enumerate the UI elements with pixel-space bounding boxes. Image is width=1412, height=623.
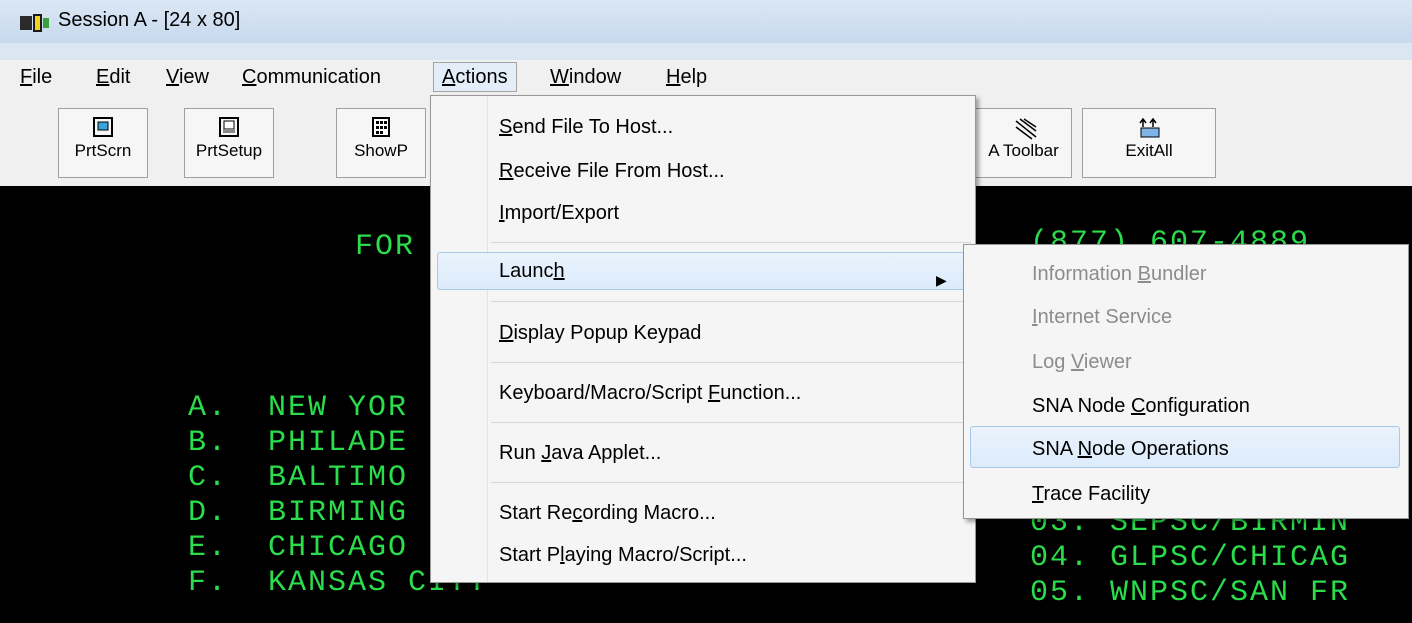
window-title: Session A - [24 x 80] — [58, 9, 241, 31]
menu-item-import-export[interactable]: Import/Export — [499, 202, 619, 225]
session-app-icon — [20, 13, 50, 33]
menu-help[interactable]: Help — [658, 60, 715, 94]
terminal-line: B. PHILADE — [188, 426, 409, 460]
showpad-button[interactable]: ShowP — [336, 108, 426, 178]
launch-submenu: Information Bundler Internet Service Log… — [963, 244, 1409, 519]
submenu-item-trace-facility[interactable]: Trace Facility — [1032, 483, 1150, 506]
menu-separator — [491, 242, 971, 243]
menu-communication[interactable]: Communication — [234, 60, 389, 94]
toolbar-toggle-button[interactable]: A Toolbar — [976, 108, 1072, 178]
printer-setup-icon — [219, 117, 239, 137]
terminal-line: FOR — [355, 230, 416, 264]
title-bar-strip — [0, 43, 1412, 60]
exit-all-icon — [1139, 117, 1160, 138]
menu-item-launch[interactable]: Launch — [499, 260, 565, 283]
title-bar: Session A - [24 x 80] — [0, 0, 1412, 43]
menu-file[interactable]: File — [12, 60, 60, 94]
terminal-line: 05. WNPSC/SAN FR — [1030, 576, 1351, 610]
keypad-icon — [371, 117, 391, 137]
menu-separator — [491, 362, 971, 363]
terminal-line: C. BALTIMO — [188, 461, 409, 495]
menu-view[interactable]: View — [158, 60, 217, 94]
submenu-arrow-icon: ▶ — [936, 272, 947, 288]
menu-item-receive-file[interactable]: Receive File From Host... — [499, 160, 725, 183]
menu-edit[interactable]: Edit — [88, 60, 138, 94]
terminal-line: 04. GLPSC/CHICAG — [1030, 541, 1351, 575]
exitall-button[interactable]: ExitAll — [1082, 108, 1216, 178]
menu-separator — [491, 301, 971, 302]
terminal-line: D. BIRMING — [188, 496, 409, 530]
terminal-line: E. CHICAGO — [188, 531, 409, 565]
menu-item-run-java-applet[interactable]: Run Java Applet... — [499, 442, 661, 465]
toolbar-icon — [1014, 117, 1036, 140]
menu-window[interactable]: Window — [542, 60, 629, 94]
menu-item-send-file[interactable]: Send File To Host... — [499, 116, 673, 139]
menu-item-start-recording[interactable]: Start Recording Macro... — [499, 502, 716, 525]
menu-separator — [491, 422, 971, 423]
prtscrn-button[interactable]: PrtScrn — [58, 108, 148, 178]
prtsetup-button[interactable]: PrtSetup — [184, 108, 274, 178]
submenu-item-sna-node-configuration[interactable]: SNA Node Configuration — [1032, 395, 1250, 418]
menu-item-display-keypad[interactable]: Display Popup Keypad — [499, 322, 701, 345]
menu-bar: File Edit View Communication Actions Win… — [0, 60, 1412, 94]
submenu-item-information-bundler: Information Bundler — [1032, 263, 1207, 285]
menu-item-start-playing[interactable]: Start Playing Macro/Script... — [499, 544, 747, 567]
menu-actions[interactable]: Actions — [433, 62, 517, 92]
menu-gutter — [487, 96, 488, 582]
submenu-item-sna-node-operations[interactable]: SNA Node Operations — [1032, 438, 1229, 461]
actions-menu: Send File To Host... Receive File From H… — [430, 95, 976, 583]
terminal-line: A. NEW YOR — [188, 391, 409, 425]
menu-separator — [491, 482, 971, 483]
menu-item-keyboard-macro[interactable]: Keyboard/Macro/Script Function... — [499, 382, 801, 405]
print-screen-icon — [93, 117, 113, 137]
submenu-item-log-viewer: Log Viewer — [1032, 351, 1132, 373]
submenu-item-internet-service: Internet Service — [1032, 306, 1173, 328]
